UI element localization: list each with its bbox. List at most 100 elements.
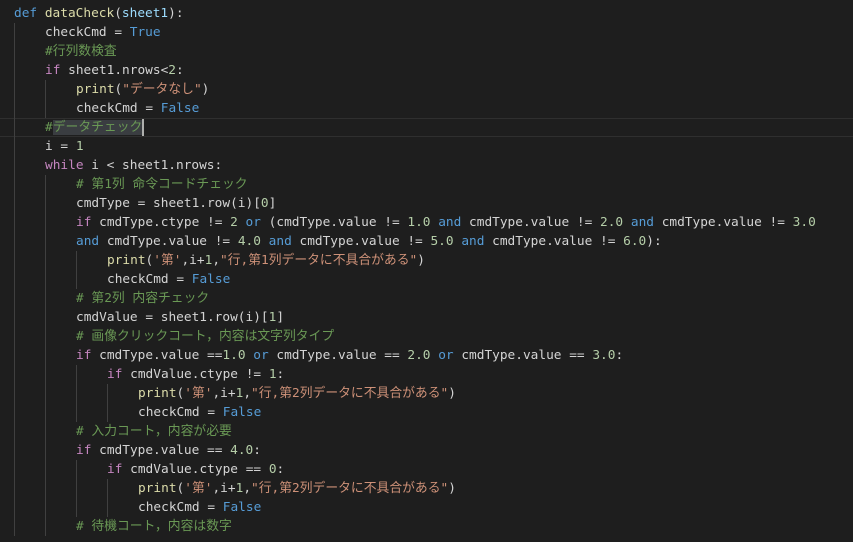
code-token: cmdType.value != xyxy=(461,215,601,230)
code-line[interactable]: i = 1 xyxy=(0,137,853,156)
indent-guide xyxy=(107,498,108,517)
code-line[interactable]: print('第',i+1,"行,第1列データに不具合がある") xyxy=(0,251,853,270)
indent-guide xyxy=(14,270,15,289)
indent-guide xyxy=(76,498,77,517)
code-token: print xyxy=(76,82,115,97)
indent-guide xyxy=(45,80,46,99)
code-token: cmdType.value == xyxy=(91,348,223,363)
code-line[interactable]: if cmdValue.ctype == 0: xyxy=(0,460,853,479)
indent-guide xyxy=(14,365,15,384)
code-token: # xyxy=(45,120,53,135)
code-line[interactable]: #行列数検査 xyxy=(0,42,853,61)
code-token: # 第2列 内容チェック xyxy=(76,291,210,306)
code-text: print('第',i+1,"行,第1列データに不具合がある") xyxy=(107,251,425,270)
code-token: or xyxy=(253,348,269,363)
code-line[interactable]: if cmdValue.ctype != 1: xyxy=(0,365,853,384)
code-line[interactable]: if cmdType.value == 4.0: xyxy=(0,441,853,460)
indent-guide xyxy=(76,251,77,270)
indent-guide xyxy=(14,175,15,194)
code-line[interactable]: print('第',i+1,"行,第2列データに不具合がある") xyxy=(0,384,853,403)
code-line[interactable]: and cmdType.value != 4.0 and cmdType.val… xyxy=(0,232,853,251)
code-token: ,i+ xyxy=(212,481,236,496)
code-token: cmdType.value != xyxy=(99,234,238,249)
code-line[interactable]: # 画像クリックコート，内容は文字列タイプ xyxy=(0,327,853,346)
code-token: 2.0 xyxy=(407,348,431,363)
code-token: #行列数検査 xyxy=(45,44,117,59)
code-token: if xyxy=(107,462,123,477)
code-token: ,i+ xyxy=(212,386,236,401)
code-line[interactable]: # 入力コート，内容が必要 xyxy=(0,422,853,441)
code-token: print xyxy=(107,253,146,268)
indent-guide xyxy=(14,23,15,42)
code-text: cmdValue = sheet1.row(i)[1] xyxy=(76,308,284,327)
code-line[interactable]: def dataCheck(sheet1): xyxy=(0,4,853,23)
code-token: 3.0 xyxy=(792,215,816,230)
code-token: 2.0 xyxy=(600,215,624,230)
code-token: i = xyxy=(45,139,76,154)
indent-guide xyxy=(45,460,46,479)
code-token: 4.0 xyxy=(230,443,254,458)
code-token: 6.0 xyxy=(623,234,647,249)
code-line[interactable]: if cmdType.ctype != 2 or (cmdType.value … xyxy=(0,213,853,232)
indent-guide xyxy=(14,479,15,498)
code-token: : xyxy=(276,462,285,477)
code-token: def xyxy=(14,6,38,21)
code-token: cmdValue = sheet1.row(i)[ xyxy=(76,310,269,325)
indent-guide xyxy=(45,384,46,403)
indent-guide xyxy=(76,479,77,498)
indent-guide xyxy=(14,346,15,365)
indent-guide xyxy=(45,213,46,232)
code-token: and xyxy=(438,215,462,230)
indent-guide xyxy=(45,289,46,308)
code-text: if sheet1.nrows<2: xyxy=(45,61,184,80)
code-line[interactable]: checkCmd = False xyxy=(0,99,853,118)
code-token: 4.0 xyxy=(237,234,261,249)
code-line[interactable]: cmdType = sheet1.row(i)[0] xyxy=(0,194,853,213)
indent-guide xyxy=(14,498,15,517)
code-line[interactable]: cmdValue = sheet1.row(i)[1] xyxy=(0,308,853,327)
indent-guide xyxy=(14,213,15,232)
code-token: '第' xyxy=(153,253,182,268)
code-line[interactable]: while i < sheet1.nrows: xyxy=(0,156,853,175)
code-editor[interactable]: def dataCheck(sheet1): checkCmd = True #行列… xyxy=(0,4,853,536)
code-token: ( xyxy=(114,6,122,21)
code-line[interactable]: checkCmd = False xyxy=(0,270,853,289)
code-line[interactable]: if sheet1.nrows<2: xyxy=(0,61,853,80)
code-text: #データチェック xyxy=(45,118,145,137)
code-token: dataCheck xyxy=(44,6,115,21)
code-line[interactable]: checkCmd = True xyxy=(0,23,853,42)
indent-guide xyxy=(14,194,15,213)
code-line[interactable]: checkCmd = False xyxy=(0,498,853,517)
indent-guide xyxy=(14,232,15,251)
code-token: , xyxy=(212,253,221,268)
code-line[interactable]: print('第',i+1,"行,第2列データに不具合がある") xyxy=(0,479,853,498)
code-line[interactable]: checkCmd = False xyxy=(0,403,853,422)
code-token: "行,第2列データに不具合がある" xyxy=(251,386,449,401)
code-line[interactable]: print("データなし") xyxy=(0,80,853,99)
indent-guide xyxy=(76,365,77,384)
code-token: 1 xyxy=(268,367,277,382)
indent-guide xyxy=(45,99,46,118)
code-token: checkCmd = xyxy=(138,500,223,515)
indent-guide xyxy=(45,327,46,346)
code-line[interactable]: #データチェック xyxy=(0,118,853,137)
code-line[interactable]: # 第2列 内容チェック xyxy=(0,289,853,308)
code-text: if cmdType.value ==1.0 or cmdType.value … xyxy=(76,346,623,365)
code-line[interactable]: # 待機コート，内容は数字 xyxy=(0,517,853,536)
code-token: or xyxy=(245,215,261,230)
code-line[interactable]: if cmdType.value ==1.0 or cmdType.value … xyxy=(0,346,853,365)
code-text: if cmdValue.ctype == 0: xyxy=(107,460,284,479)
code-line[interactable]: # 第1列 命令コードチェック xyxy=(0,175,853,194)
code-text: print('第',i+1,"行,第2列データに不具合がある") xyxy=(138,384,456,403)
indent-guide xyxy=(14,517,15,536)
code-token: checkCmd = xyxy=(76,101,161,116)
indent-guide xyxy=(45,479,46,498)
indent-guide xyxy=(14,460,15,479)
code-token: : xyxy=(176,63,184,78)
code-text: # 画像クリックコート，内容は文字列タイプ xyxy=(76,327,334,346)
code-token: # 第1列 命令コードチェック xyxy=(76,177,248,192)
code-token: if xyxy=(76,443,92,458)
